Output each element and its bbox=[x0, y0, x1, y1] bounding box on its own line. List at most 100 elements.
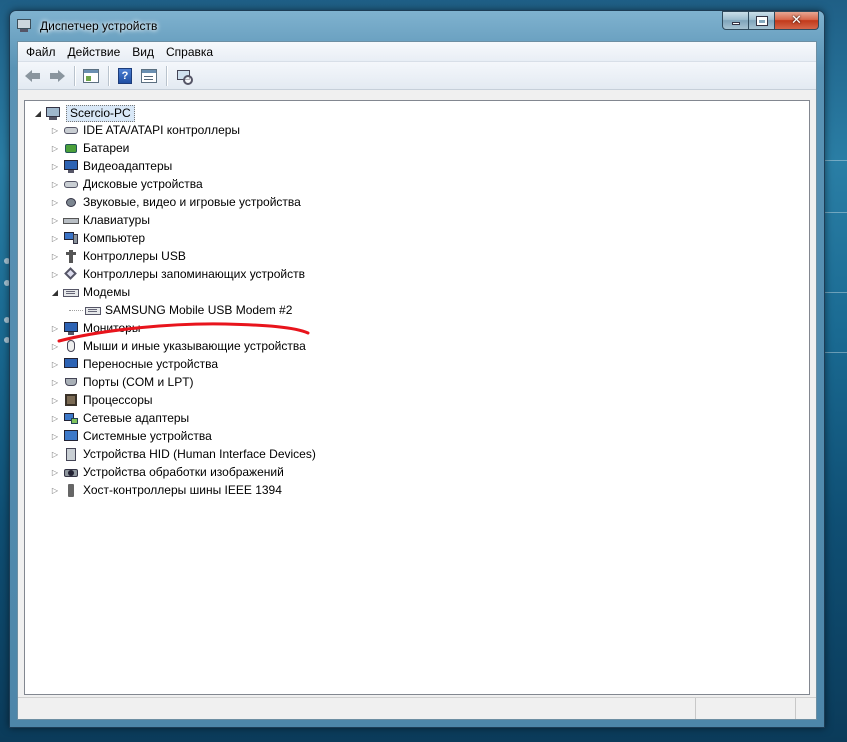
tree-node-disk-drives[interactable]: ▷ Дисковые устройства bbox=[25, 175, 809, 193]
tree-node-label: Сетевые адаптеры bbox=[83, 411, 190, 425]
modem-icon bbox=[85, 303, 101, 317]
tree-node-portable-devices[interactable]: ▷ Переносные устройства bbox=[25, 355, 809, 373]
status-bar bbox=[18, 697, 816, 719]
close-icon: ✕ bbox=[791, 13, 802, 28]
expand-icon[interactable]: ▷ bbox=[50, 431, 60, 441]
tree-root-label: Scercio-PC bbox=[66, 104, 135, 122]
help-icon: ? bbox=[118, 67, 132, 84]
menu-view[interactable]: Вид bbox=[126, 43, 160, 61]
expand-icon[interactable]: ▷ bbox=[50, 179, 60, 189]
device-tree[interactable]: ◢ Scercio-PC ▷ IDE ATA/ATAPI контроллеры… bbox=[24, 100, 810, 695]
menu-action[interactable]: Действие bbox=[62, 43, 127, 61]
back-button[interactable] bbox=[22, 65, 44, 87]
expand-icon[interactable]: ▷ bbox=[50, 197, 60, 207]
computer-icon bbox=[46, 106, 62, 120]
tree-node-label: Контроллеры USB bbox=[83, 249, 186, 263]
toolbar-separator bbox=[108, 65, 109, 86]
tree-node-modems[interactable]: ◢ Модемы bbox=[25, 283, 809, 301]
tree-node-ide[interactable]: ▷ IDE ATA/ATAPI контроллеры bbox=[25, 121, 809, 139]
expand-icon[interactable]: ▷ bbox=[50, 341, 60, 351]
expand-icon[interactable]: ▷ bbox=[50, 269, 60, 279]
expand-icon[interactable]: ▷ bbox=[50, 377, 60, 387]
mouse-icon bbox=[63, 339, 79, 353]
hid-icon bbox=[63, 447, 79, 461]
status-bar-panel bbox=[796, 698, 816, 719]
tree-node-usb[interactable]: ▷ Контроллеры USB bbox=[25, 247, 809, 265]
tree-node-ieee1394[interactable]: ▷ Хост-контроллеры шины IEEE 1394 bbox=[25, 481, 809, 499]
network-adapter-icon bbox=[63, 411, 79, 425]
toolbar-separator bbox=[74, 65, 75, 86]
tree-node-sound[interactable]: ▷ Звуковые, видео и игровые устройства bbox=[25, 193, 809, 211]
toolbar-separator bbox=[166, 65, 167, 86]
back-arrow-icon bbox=[25, 69, 41, 82]
expand-icon[interactable]: ▷ bbox=[50, 161, 60, 171]
tree-node-ports[interactable]: ▷ Порты (COM и LPT) bbox=[25, 373, 809, 391]
expand-icon[interactable]: ▷ bbox=[50, 449, 60, 459]
menu-file[interactable]: Файл bbox=[20, 43, 62, 61]
minimize-button[interactable] bbox=[722, 11, 749, 30]
tree-node-network-adapters[interactable]: ▷ Сетевые адаптеры bbox=[25, 409, 809, 427]
expand-icon[interactable]: ▷ bbox=[50, 395, 60, 405]
expand-icon[interactable]: ▷ bbox=[50, 323, 60, 333]
view-button[interactable] bbox=[138, 65, 160, 87]
expand-icon[interactable]: ▷ bbox=[50, 485, 60, 495]
expand-icon[interactable]: ▷ bbox=[50, 467, 60, 477]
tree-node-keyboards[interactable]: ▷ Клавиатуры bbox=[25, 211, 809, 229]
help-button[interactable]: ? bbox=[114, 65, 136, 87]
tree-node-system-devices[interactable]: ▷ Системные устройства bbox=[25, 427, 809, 445]
scan-hardware-button[interactable] bbox=[172, 65, 194, 87]
tree-node-label: Переносные устройства bbox=[83, 357, 219, 371]
collapse-icon[interactable]: ◢ bbox=[50, 287, 60, 297]
tree-node-label: Системные устройства bbox=[83, 429, 212, 443]
device-manager-window: Диспетчер устройств ✕ Файл Действие Вид … bbox=[9, 10, 825, 728]
tree-node-label: Контроллеры запоминающих устройств bbox=[83, 267, 305, 281]
tree-node-display-adapters[interactable]: ▷ Видеоадаптеры bbox=[25, 157, 809, 175]
expand-icon[interactable]: ▷ bbox=[50, 251, 60, 261]
usb-icon bbox=[63, 249, 79, 263]
tree-node-imaging-devices[interactable]: ▷ Устройства обработки изображений bbox=[25, 463, 809, 481]
keyboard-icon bbox=[63, 213, 79, 227]
tree-node-batteries[interactable]: ▷ Батареи bbox=[25, 139, 809, 157]
desktop-line bbox=[825, 352, 847, 353]
tree-node-label: Компьютер bbox=[83, 231, 146, 245]
collapse-icon[interactable]: ◢ bbox=[33, 108, 43, 118]
forward-button[interactable] bbox=[46, 65, 68, 87]
tree-node-computer[interactable]: ▷ Компьютер bbox=[25, 229, 809, 247]
tree-node-hid[interactable]: ▷ Устройства HID (Human Interface Device… bbox=[25, 445, 809, 463]
tree-node-label: Мониторы bbox=[83, 321, 141, 335]
tree-root-node[interactable]: ◢ Scercio-PC bbox=[33, 104, 135, 122]
tree-node-mice[interactable]: ▷ Мыши и иные указывающие устройства bbox=[25, 337, 809, 355]
expand-icon[interactable]: ▷ bbox=[50, 125, 60, 135]
view-icon bbox=[141, 68, 157, 83]
expand-icon[interactable]: ▷ bbox=[50, 413, 60, 423]
status-bar-main bbox=[18, 698, 696, 719]
computer-icon bbox=[63, 231, 79, 245]
maximize-icon bbox=[755, 15, 768, 26]
tree-node-samsung-modem[interactable]: SAMSUNG Mobile USB Modem #2 bbox=[25, 301, 809, 319]
imaging-device-icon bbox=[63, 465, 79, 479]
title-bar[interactable]: Диспетчер устройств ✕ bbox=[10, 11, 824, 41]
tree-node-label: Порты (COM и LPT) bbox=[83, 375, 194, 389]
expand-icon[interactable]: ▷ bbox=[50, 215, 60, 225]
processor-icon bbox=[63, 393, 79, 407]
ieee1394-icon bbox=[63, 483, 79, 497]
tree-node-label: Мыши и иные указывающие устройства bbox=[83, 339, 306, 353]
maximize-button[interactable] bbox=[749, 11, 775, 30]
tree-node-monitors[interactable]: ▷ Мониторы bbox=[25, 319, 809, 337]
tree-node-label: Батареи bbox=[83, 141, 130, 155]
caption-buttons: ✕ bbox=[722, 11, 819, 30]
menu-help[interactable]: Справка bbox=[160, 43, 219, 61]
tree-node-storage-controllers[interactable]: ▷ Контроллеры запоминающих устройств bbox=[25, 265, 809, 283]
close-button[interactable]: ✕ bbox=[775, 11, 819, 30]
storage-controller-icon bbox=[63, 267, 79, 281]
properties-button[interactable] bbox=[80, 65, 102, 87]
expand-icon[interactable]: ▷ bbox=[50, 359, 60, 369]
expand-icon[interactable]: ▷ bbox=[50, 233, 60, 243]
tree-node-label: Хост-контроллеры шины IEEE 1394 bbox=[83, 483, 282, 497]
minimize-icon bbox=[731, 22, 740, 25]
tree-node-processors[interactable]: ▷ Процессоры bbox=[25, 391, 809, 409]
client-area: Файл Действие Вид Справка ? ◢ Scercio-PC… bbox=[17, 41, 817, 720]
expand-icon[interactable]: ▷ bbox=[50, 143, 60, 153]
ide-controller-icon bbox=[63, 123, 79, 137]
tree-node-label: IDE ATA/ATAPI контроллеры bbox=[83, 123, 241, 137]
